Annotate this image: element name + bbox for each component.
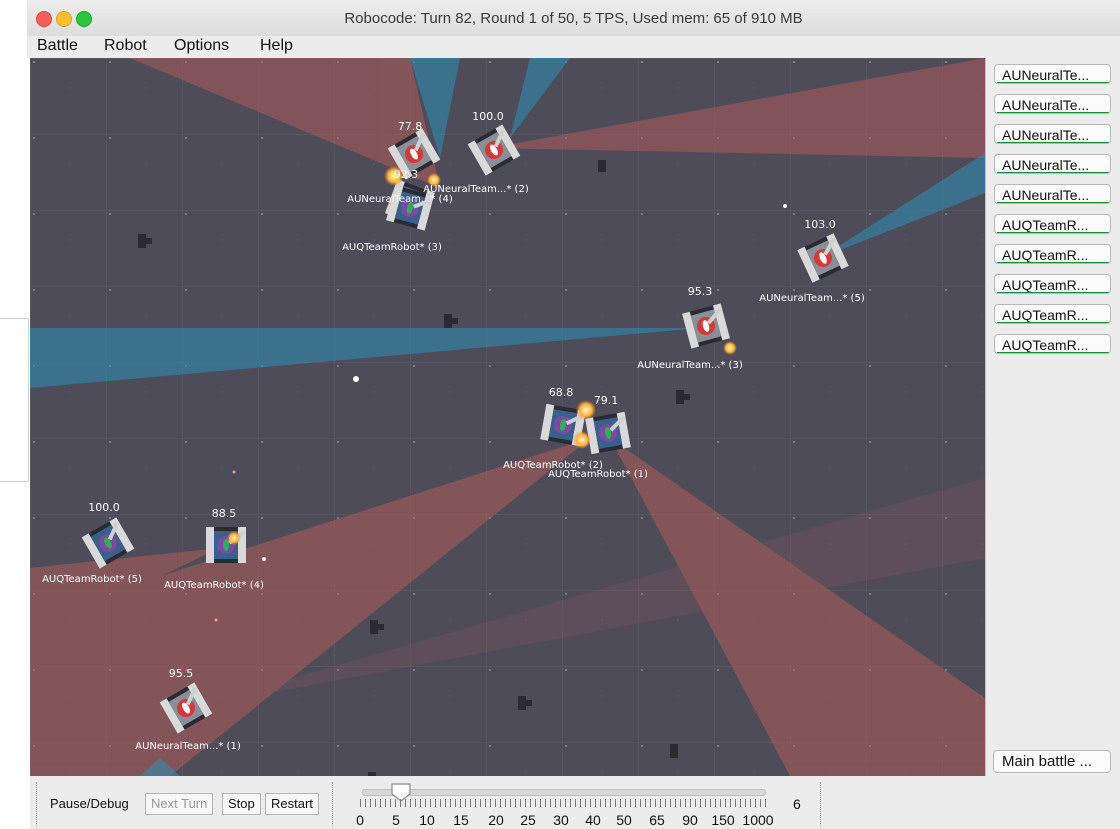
robot-energy: 68.8 bbox=[548, 386, 574, 399]
tps-tick-label: 90 bbox=[682, 812, 698, 828]
robot-energy: 79.1 bbox=[593, 394, 619, 407]
robot-button-neural-3[interactable]: AUNeuralTe... bbox=[994, 124, 1111, 144]
menu-battle[interactable]: Battle bbox=[37, 37, 78, 55]
tps-tick-label: 150 bbox=[711, 812, 735, 828]
energy-bar bbox=[997, 82, 1110, 83]
tps-tick-label: 50 bbox=[616, 812, 632, 828]
pause-debug-label: Pause/Debug bbox=[50, 796, 129, 811]
robot-tank[interactable] bbox=[585, 411, 631, 455]
robot-name: AUNeuralTeam...* (3) bbox=[637, 360, 743, 371]
robot-button-quantum-2[interactable]: AUQTeamR... bbox=[994, 244, 1111, 264]
energy-bar bbox=[997, 172, 1110, 173]
title-bar: Robocode: Turn 82, Round 1 of 50, 5 TPS,… bbox=[27, 0, 1120, 37]
menu-bar: Battle Robot Options Help bbox=[27, 36, 1120, 58]
tps-tick-label: 0 bbox=[356, 812, 364, 828]
energy-bar bbox=[997, 352, 1110, 353]
tps-tick-label: 20 bbox=[488, 812, 504, 828]
tps-slider-track[interactable] bbox=[362, 789, 766, 796]
tps-value: 6 bbox=[793, 796, 801, 812]
robot-button-neural-5[interactable]: AUNeuralTe... bbox=[994, 184, 1111, 204]
robot-name: AUQTeamRobot* (3) bbox=[342, 242, 442, 253]
energy-bar bbox=[997, 292, 1110, 293]
robot-button-quantum-1[interactable]: AUQTeamR... bbox=[994, 214, 1111, 234]
robot-tank[interactable] bbox=[797, 233, 849, 283]
robot-energy: 100.0 bbox=[88, 501, 120, 514]
explosion-flash bbox=[723, 341, 737, 355]
restart-button[interactable]: Restart bbox=[265, 793, 319, 815]
main-battle-button[interactable]: Main battle ... bbox=[993, 750, 1111, 773]
robot-energy: 95.5 bbox=[168, 667, 194, 680]
energy-bar bbox=[997, 322, 1110, 323]
robot-button-neural-4[interactable]: AUNeuralTe... bbox=[994, 154, 1111, 174]
robot-energy: 88.5 bbox=[211, 507, 237, 520]
tps-tick-label: 1000 bbox=[742, 812, 774, 828]
robot-tank[interactable] bbox=[467, 124, 521, 176]
tps-tick-label: 5 bbox=[392, 812, 400, 828]
robot-button-quantum-4[interactable]: AUQTeamR... bbox=[994, 304, 1111, 324]
robot-button-neural-2[interactable]: AUNeuralTe... bbox=[994, 94, 1111, 114]
window-title: Robocode: Turn 82, Round 1 of 50, 5 TPS,… bbox=[344, 10, 803, 27]
separator bbox=[36, 782, 38, 826]
menu-help[interactable]: Help bbox=[260, 37, 293, 55]
robot-name: AUNeuralTeam...* (5) bbox=[759, 293, 865, 304]
control-bar: Pause/Debug Next Turn Stop Restart 0 5 10 1… bbox=[30, 776, 1120, 829]
tps-slider-ticks bbox=[360, 799, 766, 807]
separator bbox=[332, 782, 334, 826]
next-turn-button[interactable]: Next Turn bbox=[145, 793, 214, 815]
tps-tick-label: 25 bbox=[520, 812, 536, 828]
robot-tank[interactable] bbox=[159, 682, 213, 734]
robot-energy: 100.0 bbox=[472, 110, 504, 123]
robot-energy: 95.3 bbox=[687, 285, 713, 298]
robot-energy: 77.8 bbox=[397, 120, 423, 133]
robot-tank[interactable] bbox=[81, 517, 135, 569]
energy-bar bbox=[997, 142, 1110, 143]
background-window-frame bbox=[0, 318, 29, 482]
robot-energy: 103.0 bbox=[804, 218, 836, 231]
tps-tick-label: 30 bbox=[553, 812, 569, 828]
tps-tick-label: 40 bbox=[585, 812, 601, 828]
robot-name: AUQTeamRobot* (5) bbox=[42, 574, 142, 585]
menu-options[interactable]: Options bbox=[174, 37, 229, 55]
explosion-flash bbox=[227, 531, 241, 545]
robot-tank[interactable] bbox=[206, 527, 246, 563]
robot-name: AUQTeamRobot* (1) bbox=[548, 469, 648, 480]
tps-tick-label: 65 bbox=[649, 812, 665, 828]
robot-list-panel: AUNeuralTe... AUNeuralTe... AUNeuralTe..… bbox=[985, 58, 1120, 776]
robot-name: AUQTeamRobot* (4) bbox=[164, 580, 264, 591]
battlefield[interactable]: 77.8 100.0 AUNeuralTeam...* (2) 92.3 AUN… bbox=[30, 58, 985, 776]
menu-robot[interactable]: Robot bbox=[104, 37, 147, 55]
separator bbox=[820, 782, 822, 826]
energy-bar bbox=[997, 232, 1110, 233]
energy-bar bbox=[997, 262, 1110, 263]
tps-tick-label: 15 bbox=[453, 812, 469, 828]
energy-bar bbox=[997, 202, 1110, 203]
explosion-flash bbox=[573, 431, 591, 449]
robot-button-quantum-3[interactable]: AUQTeamR... bbox=[994, 274, 1111, 294]
robot-button-neural-1[interactable]: AUNeuralTe... bbox=[994, 64, 1111, 84]
robot-button-quantum-5[interactable]: AUQTeamR... bbox=[994, 334, 1111, 354]
robot-energy: 92.3 bbox=[393, 168, 419, 181]
robot-name: AUNeuralTeam...* (1) bbox=[135, 741, 241, 752]
stop-button[interactable]: Stop bbox=[222, 793, 261, 815]
energy-bar bbox=[997, 112, 1110, 113]
robot-name: AUNeuralTeam...* (4) bbox=[347, 194, 453, 205]
robot-tank[interactable] bbox=[682, 303, 730, 349]
tps-tick-label: 10 bbox=[419, 812, 435, 828]
